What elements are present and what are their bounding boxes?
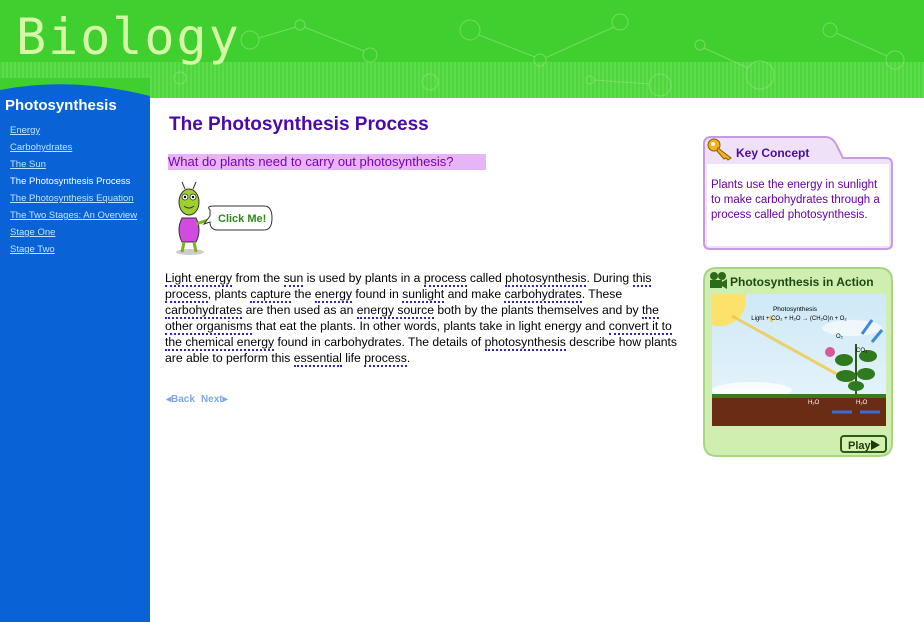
next-link[interactable]: Next▸ xyxy=(201,394,228,405)
body-text-segment: life xyxy=(341,351,365,365)
body-text-segment: called xyxy=(466,271,506,285)
glossary-term[interactable]: essential xyxy=(293,351,342,367)
play-label: Play xyxy=(848,440,871,452)
key-icon xyxy=(707,138,732,161)
sidebar-item-photosynthesis-equation[interactable]: The Photosynthesis Equation xyxy=(10,190,137,207)
play-icon xyxy=(871,440,880,450)
sidebar-item-label[interactable]: The Two Stages: An Overview xyxy=(10,210,137,221)
glossary-term[interactable]: process xyxy=(423,271,467,287)
glossary-term[interactable]: energy xyxy=(314,287,353,303)
body-paragraph: Light energy from the sun is used by pla… xyxy=(165,270,685,367)
app-title: Biology xyxy=(16,8,241,66)
play-button[interactable]: Play xyxy=(840,435,887,453)
body-text-segment: and make xyxy=(444,287,505,301)
page-nav: ◂Back Next▸ xyxy=(166,394,234,405)
sidebar: Photosynthesis Energy Carbohydrates The … xyxy=(0,78,150,622)
glossary-term[interactable]: carbohydrates xyxy=(165,303,243,319)
scene-title: Photosynthesis xyxy=(773,306,818,313)
animation-box: Photosynthesis in Action Photosynthesis … xyxy=(703,267,893,457)
glossary-term[interactable]: capture xyxy=(250,287,292,303)
body-text-segment: , plants xyxy=(207,287,251,301)
sidebar-item-stage-one[interactable]: Stage One xyxy=(10,224,137,241)
scene-co2: CO₂ xyxy=(856,348,868,354)
body-text-segment: . xyxy=(406,351,411,365)
sidebar-item-stage-two[interactable]: Stage Two xyxy=(10,241,137,258)
sidebar-item-the-sun[interactable]: The Sun xyxy=(10,156,137,173)
body-text-segment: found in carbohydrates. The details of xyxy=(274,335,485,349)
scene-h2o-left: H₂O xyxy=(808,400,820,406)
sidebar-item-photosynthesis-process: The Photosynthesis Process xyxy=(10,173,137,190)
body-text-segment: the xyxy=(291,287,315,301)
body-text-segment: . These xyxy=(581,287,623,301)
glossary-term[interactable]: sun xyxy=(283,271,304,287)
sidebar-item-label[interactable]: The Photosynthesis Equation xyxy=(10,193,134,204)
camera-icon xyxy=(710,272,727,289)
click-me-label: Click Me! xyxy=(218,213,267,225)
glossary-term[interactable]: process xyxy=(364,351,407,367)
scene-equation: Light + CO₂ + H₂O → (CH₂O)n + O₂ xyxy=(751,316,847,322)
body-text-segment: that eat the plants. In other words, pla… xyxy=(252,319,609,333)
key-concept-box: Key Concept Plants use the energy in sun… xyxy=(703,136,893,250)
body-text-segment: . During xyxy=(586,271,633,285)
glossary-term[interactable]: photosynthesis xyxy=(484,335,566,351)
body-text-segment: is used by plants in a xyxy=(303,271,424,285)
back-link[interactable]: ◂Back xyxy=(166,394,195,405)
scene-o2: O₂ xyxy=(836,334,844,340)
body-text-segment: both by the plants themselves and by xyxy=(433,303,642,317)
page-title: The Photosynthesis Process xyxy=(169,114,429,135)
key-concept-title: Key Concept xyxy=(736,146,810,160)
sidebar-item-carbohydrates[interactable]: Carbohydrates xyxy=(10,139,137,156)
photosynthesis-animation[interactable]: Photosynthesis Light + CO₂ + H₂O → (CH₂O… xyxy=(712,294,886,426)
glossary-term[interactable]: energy source xyxy=(356,303,434,319)
sidebar-item-two-stages[interactable]: The Two Stages: An Overview xyxy=(10,207,137,224)
animation-title: Photosynthesis in Action xyxy=(730,275,874,289)
sidebar-item-label[interactable]: The Sun xyxy=(10,159,46,170)
glossary-term[interactable]: Light energy xyxy=(165,271,233,287)
body-text-segment: are then used as an xyxy=(242,303,357,317)
scene-h2o-right: H₂O xyxy=(856,400,868,406)
sidebar-item-label[interactable]: Stage Two xyxy=(10,244,55,255)
sidebar-item-energy[interactable]: Energy xyxy=(10,122,137,139)
sidebar-item-label[interactable]: Stage One xyxy=(10,227,55,238)
key-concept-text: Plants use the energy in sunlight to mak… xyxy=(711,179,880,221)
sidebar-item-label[interactable]: Carbohydrates xyxy=(10,142,72,153)
body-text-segment: from the xyxy=(232,271,284,285)
sidebar-item-label: The Photosynthesis Process xyxy=(10,176,131,187)
sidebar-heading: Photosynthesis xyxy=(5,97,117,114)
body-text-segment: found in xyxy=(352,287,403,301)
sidebar-item-label[interactable]: Energy xyxy=(10,125,40,136)
glossary-term[interactable]: photosynthesis xyxy=(505,271,587,287)
glossary-term[interactable]: carbohydrates xyxy=(504,287,582,303)
glossary-term[interactable]: sunlight xyxy=(402,287,445,303)
click-me-character[interactable]: Click Me! xyxy=(168,180,278,261)
question-link[interactable]: What do plants need to carry out photosy… xyxy=(168,154,486,170)
sidebar-nav: Energy Carbohydrates The Sun The Photosy… xyxy=(10,122,137,258)
